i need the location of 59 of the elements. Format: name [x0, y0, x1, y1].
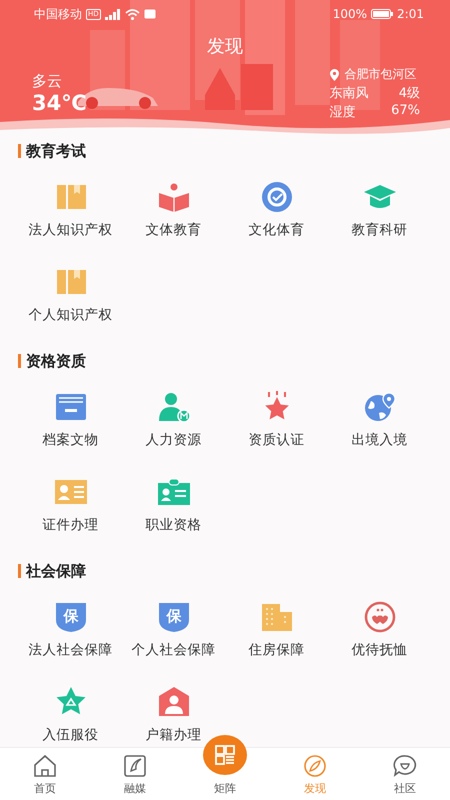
tab-item[interactable]: 融媒: [90, 748, 180, 800]
battery-percent: 100%: [332, 7, 368, 21]
location-name: 合肥市包河区: [344, 66, 417, 83]
weather-condition: 多云: [32, 72, 63, 91]
clock-time: 2:01: [397, 7, 424, 21]
humidity-label: 湿度: [330, 104, 356, 121]
person-icon: [156, 391, 190, 423]
signal-icon: [104, 8, 121, 20]
service-item[interactable]: 资质认证: [225, 371, 328, 456]
hearts-circle-icon: [362, 601, 396, 633]
service-item[interactable]: 住房保障: [225, 581, 328, 666]
globe-pin-icon: [362, 391, 396, 423]
compass-icon: [302, 753, 328, 779]
service-item[interactable]: 人力资源: [122, 371, 225, 456]
shield-character: 保: [63, 607, 78, 625]
wifi-icon: [124, 8, 140, 20]
section-title: 教育考试: [26, 142, 86, 160]
open-book-icon: [156, 181, 190, 213]
service-item[interactable]: 个人知识产权: [19, 246, 122, 331]
id-badge-icon: [156, 476, 190, 508]
archive-box-icon: [54, 391, 88, 423]
chat-bubble-icon: [392, 753, 418, 779]
service-item[interactable]: 教育科研: [328, 161, 431, 246]
carrier-name: 中国移动: [34, 6, 82, 22]
tab-item[interactable]: 社区: [360, 748, 450, 800]
grid-icon: [212, 742, 238, 768]
home-icon: [32, 753, 58, 779]
location-pin-icon: [330, 68, 339, 80]
media-icon: [122, 753, 148, 779]
service-item[interactable]: 户籍办理: [122, 666, 225, 751]
section-title: 资格资质: [26, 352, 86, 370]
temperature: 34℃: [32, 91, 87, 115]
center-button[interactable]: [203, 735, 247, 775]
service-item[interactable]: 保 法人社会保障: [19, 581, 122, 666]
service-item[interactable]: 入伍服役: [19, 666, 122, 751]
shield-character: 保: [166, 607, 181, 625]
accent-bar: [18, 354, 21, 368]
service-item[interactable]: 档案文物: [19, 371, 122, 456]
accent-bar: [18, 144, 21, 158]
service-item[interactable]: 职业资格: [122, 456, 225, 541]
section-title: 社会保障: [26, 562, 86, 580]
humidity-value: 67%: [391, 103, 420, 120]
check-circle-icon: [260, 181, 294, 213]
building-icon: [260, 601, 294, 633]
wind-level: 4级: [398, 85, 420, 102]
tab-item[interactable]: 首页: [0, 748, 90, 800]
service-item[interactable]: 优待抚恤: [328, 581, 431, 666]
accent-bar: [18, 564, 21, 578]
service-item[interactable]: 保 个人社会保障: [122, 581, 225, 666]
wind-label: 东南风: [330, 85, 369, 102]
notification-icon: [144, 9, 156, 19]
service-item[interactable]: 法人知识产权: [19, 161, 122, 246]
battery-icon: [371, 9, 394, 19]
service-item[interactable]: 文化体育: [225, 161, 328, 246]
service-item[interactable]: 出境入境: [328, 371, 431, 456]
service-item[interactable]: 文体教育: [122, 161, 225, 246]
service-item[interactable]: 证件办理: [19, 456, 122, 541]
page-title: 发现: [206, 35, 244, 58]
house-person-icon: [156, 686, 190, 718]
